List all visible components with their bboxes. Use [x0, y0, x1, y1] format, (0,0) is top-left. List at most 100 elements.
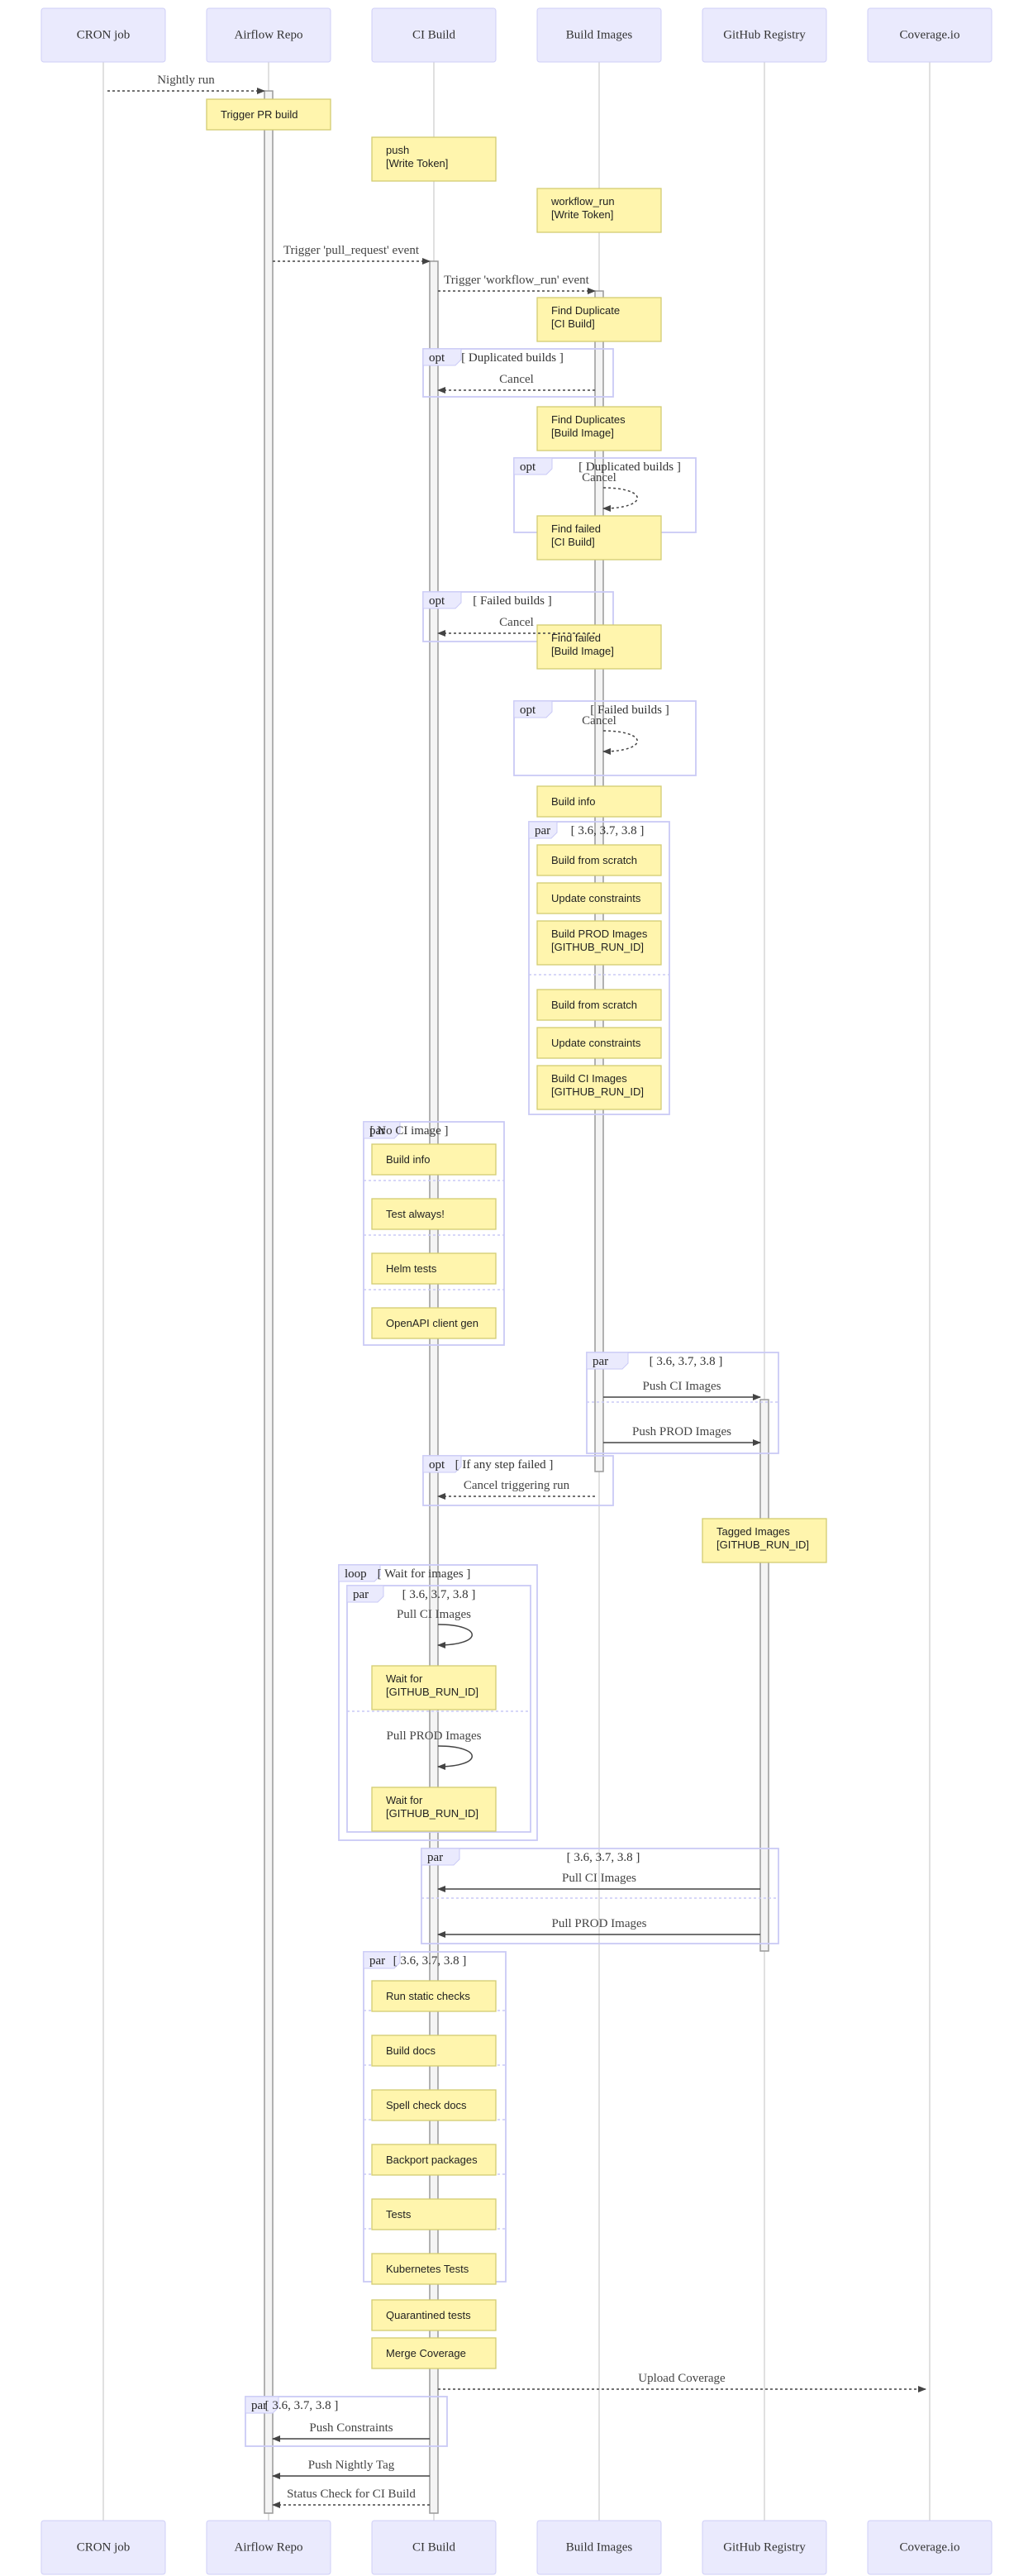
participant-label: CRON job	[77, 28, 131, 41]
frame-condition: [ 3.6, 3.7, 3.8 ]	[567, 1851, 640, 1864]
message-label: Trigger 'workflow_run' event	[444, 274, 589, 287]
message-label: Nightly run	[157, 74, 215, 87]
note-text: Merge Coverage	[386, 2347, 466, 2359]
message: Status Check for CI Build	[272, 2488, 430, 2508]
note: Helm tests	[371, 1252, 497, 1285]
frame-condition: [ 3.6, 3.7, 3.8 ]	[393, 1954, 467, 1968]
frame-kind-label: opt	[520, 460, 536, 474]
participant-label: Build Images	[566, 2540, 633, 2554]
participant-repo-top[interactable]: Airflow Repo	[206, 7, 331, 63]
note: push[Write Token]	[371, 136, 497, 182]
note-text: [Build Image]	[551, 645, 614, 657]
message-label: Pull CI Images	[397, 1608, 471, 1621]
frame-kind-label: par	[535, 824, 550, 837]
note-text: Find Duplicate	[551, 304, 620, 317]
frame-condition: [ 3.6, 3.7, 3.8 ]	[402, 1588, 476, 1601]
message-label: Pull CI Images	[562, 1872, 636, 1885]
note: Build info	[371, 1143, 497, 1176]
participant-label: GitHub Registry	[723, 28, 806, 41]
participant-cov-bottom[interactable]: Coverage.io	[867, 2520, 993, 2575]
note-text: Build docs	[386, 2044, 436, 2057]
note-text: Quarantined tests	[386, 2309, 471, 2321]
message-label: Push Constraints	[309, 2421, 393, 2435]
message-label: Pull PROD Images	[386, 1729, 481, 1743]
message-label: Cancel	[582, 471, 616, 484]
message-label: Cancel	[499, 616, 534, 629]
participant-cron-top[interactable]: CRON job	[40, 7, 166, 63]
frame-kind-label: par	[369, 1954, 385, 1968]
note-text: Update constraints	[551, 1037, 641, 1049]
note: Find Duplicates[Build Image]	[536, 406, 662, 451]
participant-img-bottom[interactable]: Build Images	[536, 2520, 662, 2575]
note: Build PROD Images[GITHUB_RUN_ID]	[536, 920, 662, 966]
participant-ci-bottom[interactable]: CI Build	[371, 2520, 497, 2575]
note-text: Build from scratch	[551, 854, 637, 866]
note: Test always!	[371, 1198, 497, 1230]
message: Cancel triggering run	[437, 1479, 595, 1500]
note-text: Kubernetes Tests	[386, 2263, 469, 2275]
sequence-diagram: opt[ Duplicated builds ]opt[ Duplicated …	[40, 7, 993, 2575]
note-text: Tests	[386, 2208, 412, 2221]
note-text: Build PROD Images	[551, 928, 648, 940]
note-text: Backport packages	[386, 2154, 478, 2166]
message-label: Upload Coverage	[638, 2372, 726, 2385]
note-text: Wait for	[386, 1794, 423, 1806]
note: Quarantined tests	[371, 2299, 497, 2331]
frame-kind-label: loop	[345, 1567, 367, 1581]
message: Push CI Images	[603, 1380, 761, 1400]
note-text: [GITHUB_RUN_ID]	[551, 1085, 644, 1098]
message-label: Cancel	[582, 714, 616, 727]
note: Merge Coverage	[371, 2337, 497, 2369]
frame-condition: [ Failed builds ]	[473, 594, 551, 608]
note-text: Helm tests	[386, 1262, 437, 1275]
note: Tests	[371, 2198, 497, 2230]
self-message-arrow	[602, 730, 638, 755]
participant-label: Airflow Repo	[235, 2540, 303, 2554]
participant-label: CI Build	[412, 28, 456, 41]
participant-repo-bottom[interactable]: Airflow Repo	[206, 2520, 331, 2575]
participant-ci-top[interactable]: CI Build	[371, 7, 497, 63]
participant-img-top[interactable]: Build Images	[536, 7, 662, 63]
note: Build docs	[371, 2035, 497, 2067]
participant-reg-bottom[interactable]: GitHub Registry	[702, 2520, 827, 2575]
note-text: [GITHUB_RUN_ID]	[386, 1807, 478, 1820]
message-label: Trigger 'pull_request' event	[283, 244, 420, 257]
message: Push Constraints	[272, 2421, 430, 2442]
note: Kubernetes Tests	[371, 2253, 497, 2285]
note: Wait for[GITHUB_RUN_ID]	[371, 1665, 497, 1710]
note: Build CI Images[GITHUB_RUN_ID]	[536, 1065, 662, 1110]
note-text: OpenAPI client gen	[386, 1317, 478, 1329]
note-text: Test always!	[386, 1208, 445, 1220]
message-label: Status Check for CI Build	[287, 2488, 416, 2501]
participant-label: Airflow Repo	[235, 28, 303, 41]
note-text: [Write Token]	[386, 157, 448, 169]
note: Find failed[CI Build]	[536, 515, 662, 561]
note-text: Spell check docs	[386, 2099, 467, 2111]
note: Update constraints	[536, 882, 662, 914]
note: Build from scratch	[536, 989, 662, 1021]
message: Upload Coverage	[438, 2372, 926, 2392]
frame-kind-label: opt	[429, 1458, 445, 1472]
participant-reg-top[interactable]: GitHub Registry	[702, 7, 827, 63]
note-text: [GITHUB_RUN_ID]	[716, 1538, 809, 1551]
message: Cancel	[437, 373, 595, 394]
note-text: Run static checks	[386, 1990, 470, 2002]
frame-opt: opt[ Failed builds ]	[513, 700, 697, 776]
message: Nightly run	[107, 74, 265, 94]
note: Backport packages	[371, 2144, 497, 2176]
frame-condition: [ No CI image ]	[370, 1124, 449, 1138]
note: OpenAPI client gen	[371, 1307, 497, 1339]
note: Build info	[536, 785, 662, 818]
note-text: Trigger PR build	[221, 108, 298, 121]
participant-cron-bottom[interactable]: CRON job	[40, 2520, 166, 2575]
frame-kind-label: par	[593, 1355, 608, 1368]
note-text: [GITHUB_RUN_ID]	[386, 1686, 478, 1698]
note-text: push	[386, 144, 409, 156]
note-text: Build info	[551, 795, 595, 808]
self-message-arrow	[602, 487, 638, 512]
note: Build from scratch	[536, 844, 662, 876]
note-text: [Write Token]	[551, 208, 613, 221]
message: Cancel	[582, 714, 638, 755]
message: Trigger 'pull_request' event	[273, 244, 431, 265]
participant-cov-top[interactable]: Coverage.io	[867, 7, 993, 63]
